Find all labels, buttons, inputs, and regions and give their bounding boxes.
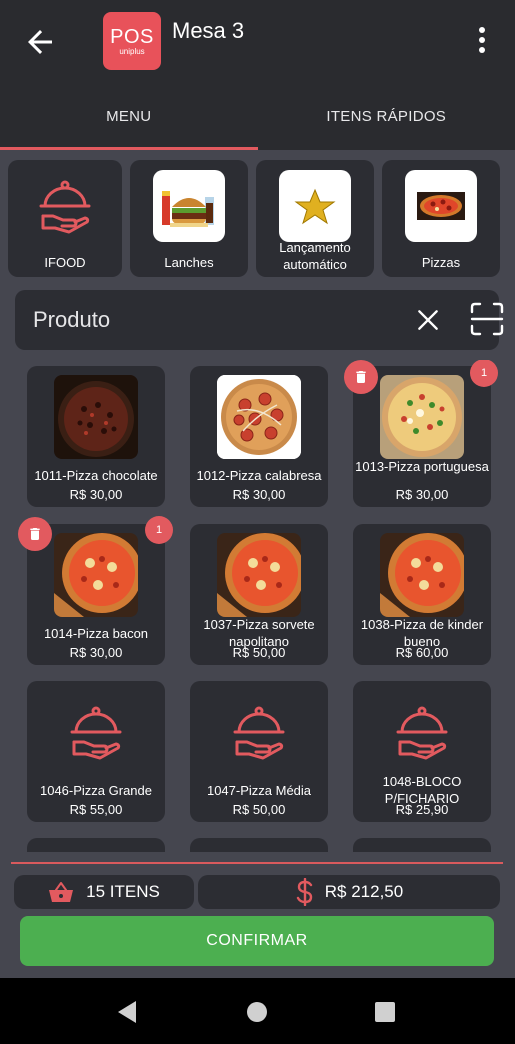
product-card[interactable]: 1011-Pizza chocolate R$ 30,00 — [27, 366, 165, 507]
product-price: R$ 50,00 — [232, 645, 286, 660]
product-price: R$ 50,00 — [232, 802, 286, 817]
pizza-kinder-bueno-image — [380, 533, 464, 617]
system-recents-button[interactable] — [371, 998, 399, 1026]
cloche-hand-icon — [217, 690, 301, 774]
basket-icon — [49, 882, 74, 902]
cloche-hand-icon — [380, 690, 464, 774]
category-label: Lanches — [164, 255, 214, 270]
category-ifood[interactable]: IFOOD — [8, 160, 122, 277]
product-price: R$ 30,00 — [69, 645, 123, 660]
tab-bar: MENU ITENS RÁPIDOS — [0, 82, 515, 150]
back-button[interactable] — [18, 20, 62, 64]
category-label: IFOOD — [44, 255, 86, 270]
pizza-icon — [405, 170, 477, 242]
product-name: 1011-Pizza chocolate — [34, 468, 158, 483]
product-price: R$ 30,00 — [395, 487, 449, 502]
arrow-left-icon — [28, 30, 52, 54]
circle-home-icon — [247, 1002, 267, 1022]
triangle-back-icon — [118, 1001, 136, 1023]
product-price: R$ 60,00 — [395, 645, 449, 660]
scan-icon — [470, 302, 504, 336]
product-price: R$ 30,00 — [69, 487, 123, 502]
product-name: 1013-Pizza portuguesa — [355, 459, 489, 474]
product-card[interactable]: 1047-Pizza Média R$ 50,00 — [190, 681, 328, 822]
pizza-portuguesa-image — [380, 375, 464, 459]
confirm-button[interactable]: CONFIRMAR — [20, 916, 494, 966]
app-screen: POS uniplus Mesa 3 MENU ITENS RÁPIDOS IF… — [0, 0, 515, 1044]
quantity-badge: 1 — [470, 360, 498, 387]
category-lancamento-automatico[interactable]: Lançamento automático — [256, 160, 374, 277]
app-logo: POS uniplus — [103, 12, 161, 70]
items-count: 15 ITENS — [86, 882, 160, 901]
product-card[interactable]: 1048-BLOCO P/FICHARIO R$ 25,90 — [353, 681, 491, 822]
page-title: Mesa 3 — [172, 18, 245, 43]
remove-item-button[interactable] — [18, 517, 52, 551]
pizza-chocolate-image — [54, 375, 138, 459]
kebab-dot-icon — [479, 37, 485, 43]
trash-icon — [30, 528, 40, 540]
category-pizzas[interactable]: Pizzas — [382, 160, 500, 277]
product-search-bar — [15, 290, 504, 350]
burger-icon — [153, 170, 225, 242]
product-name: 1046-Pizza Grande — [39, 783, 152, 798]
trash-icon — [356, 371, 366, 383]
product-name: 1047-Pizza Média — [206, 783, 312, 798]
product-grid: 1011-Pizza chocolate R$ 30,00 1012-Pizza… — [0, 360, 515, 852]
product-card[interactable]: 1046-Pizza Grande R$ 55,00 — [27, 681, 165, 822]
product-card[interactable]: 1038-Pizza de kinder bueno R$ 60,00 — [353, 524, 491, 665]
order-total: R$ 212,50 — [324, 882, 404, 901]
items-count-box[interactable]: 15 ITENS — [14, 875, 194, 909]
product-card[interactable] — [27, 838, 165, 852]
category-label: Lançamento automático — [279, 240, 351, 272]
category-lanches[interactable]: Lanches — [130, 160, 248, 277]
category-strip: IFOOD Lanches Lançamento automático Pizz… — [0, 160, 515, 278]
product-name: 1014-Pizza bacon — [43, 626, 149, 641]
logo-subtext: uniplus — [119, 46, 145, 56]
product-price: R$ 55,00 — [69, 802, 123, 817]
more-options-button[interactable] — [467, 22, 497, 58]
product-price: R$ 25,90 — [395, 802, 449, 817]
remove-item-button[interactable] — [344, 360, 378, 394]
close-icon — [418, 310, 438, 330]
divider — [11, 862, 503, 864]
system-navigation-bar — [0, 978, 515, 1044]
tab-menu[interactable]: MENU — [0, 82, 258, 150]
cloche-hand-icon — [29, 170, 101, 242]
product-card[interactable]: 1037-Pizza sorvete napolitano R$ 50,00 — [190, 524, 328, 665]
product-card[interactable] — [190, 838, 328, 852]
pizza-bacon-image — [54, 533, 138, 617]
top-app-bar: POS uniplus Mesa 3 — [0, 0, 515, 82]
product-search-input[interactable] — [33, 300, 393, 340]
category-label: Pizzas — [421, 255, 461, 270]
square-recents-icon — [375, 1002, 395, 1022]
clear-search-button[interactable] — [410, 302, 446, 338]
product-name: 1012-Pizza calabresa — [196, 468, 322, 483]
logo-text: POS — [110, 25, 154, 48]
kebab-dot-icon — [479, 27, 485, 33]
product-card[interactable]: 1012-Pizza calabresa R$ 30,00 — [190, 366, 328, 507]
quantity-badge: 1 — [145, 516, 173, 544]
star-icon — [279, 170, 351, 242]
kebab-dot-icon — [479, 47, 485, 53]
pizza-calabresa-image — [217, 375, 301, 459]
dollar-icon — [296, 878, 312, 906]
system-home-button[interactable] — [243, 998, 271, 1026]
pizza-sorvete-image — [217, 533, 301, 617]
total-box[interactable]: R$ 212,50 — [198, 875, 500, 909]
system-back-button[interactable] — [114, 998, 142, 1026]
product-price: R$ 30,00 — [232, 487, 286, 502]
tab-quick-items[interactable]: ITENS RÁPIDOS — [258, 82, 515, 150]
cloche-hand-icon — [54, 690, 138, 774]
product-card[interactable] — [353, 838, 491, 852]
barcode-scan-button[interactable] — [467, 299, 507, 339]
